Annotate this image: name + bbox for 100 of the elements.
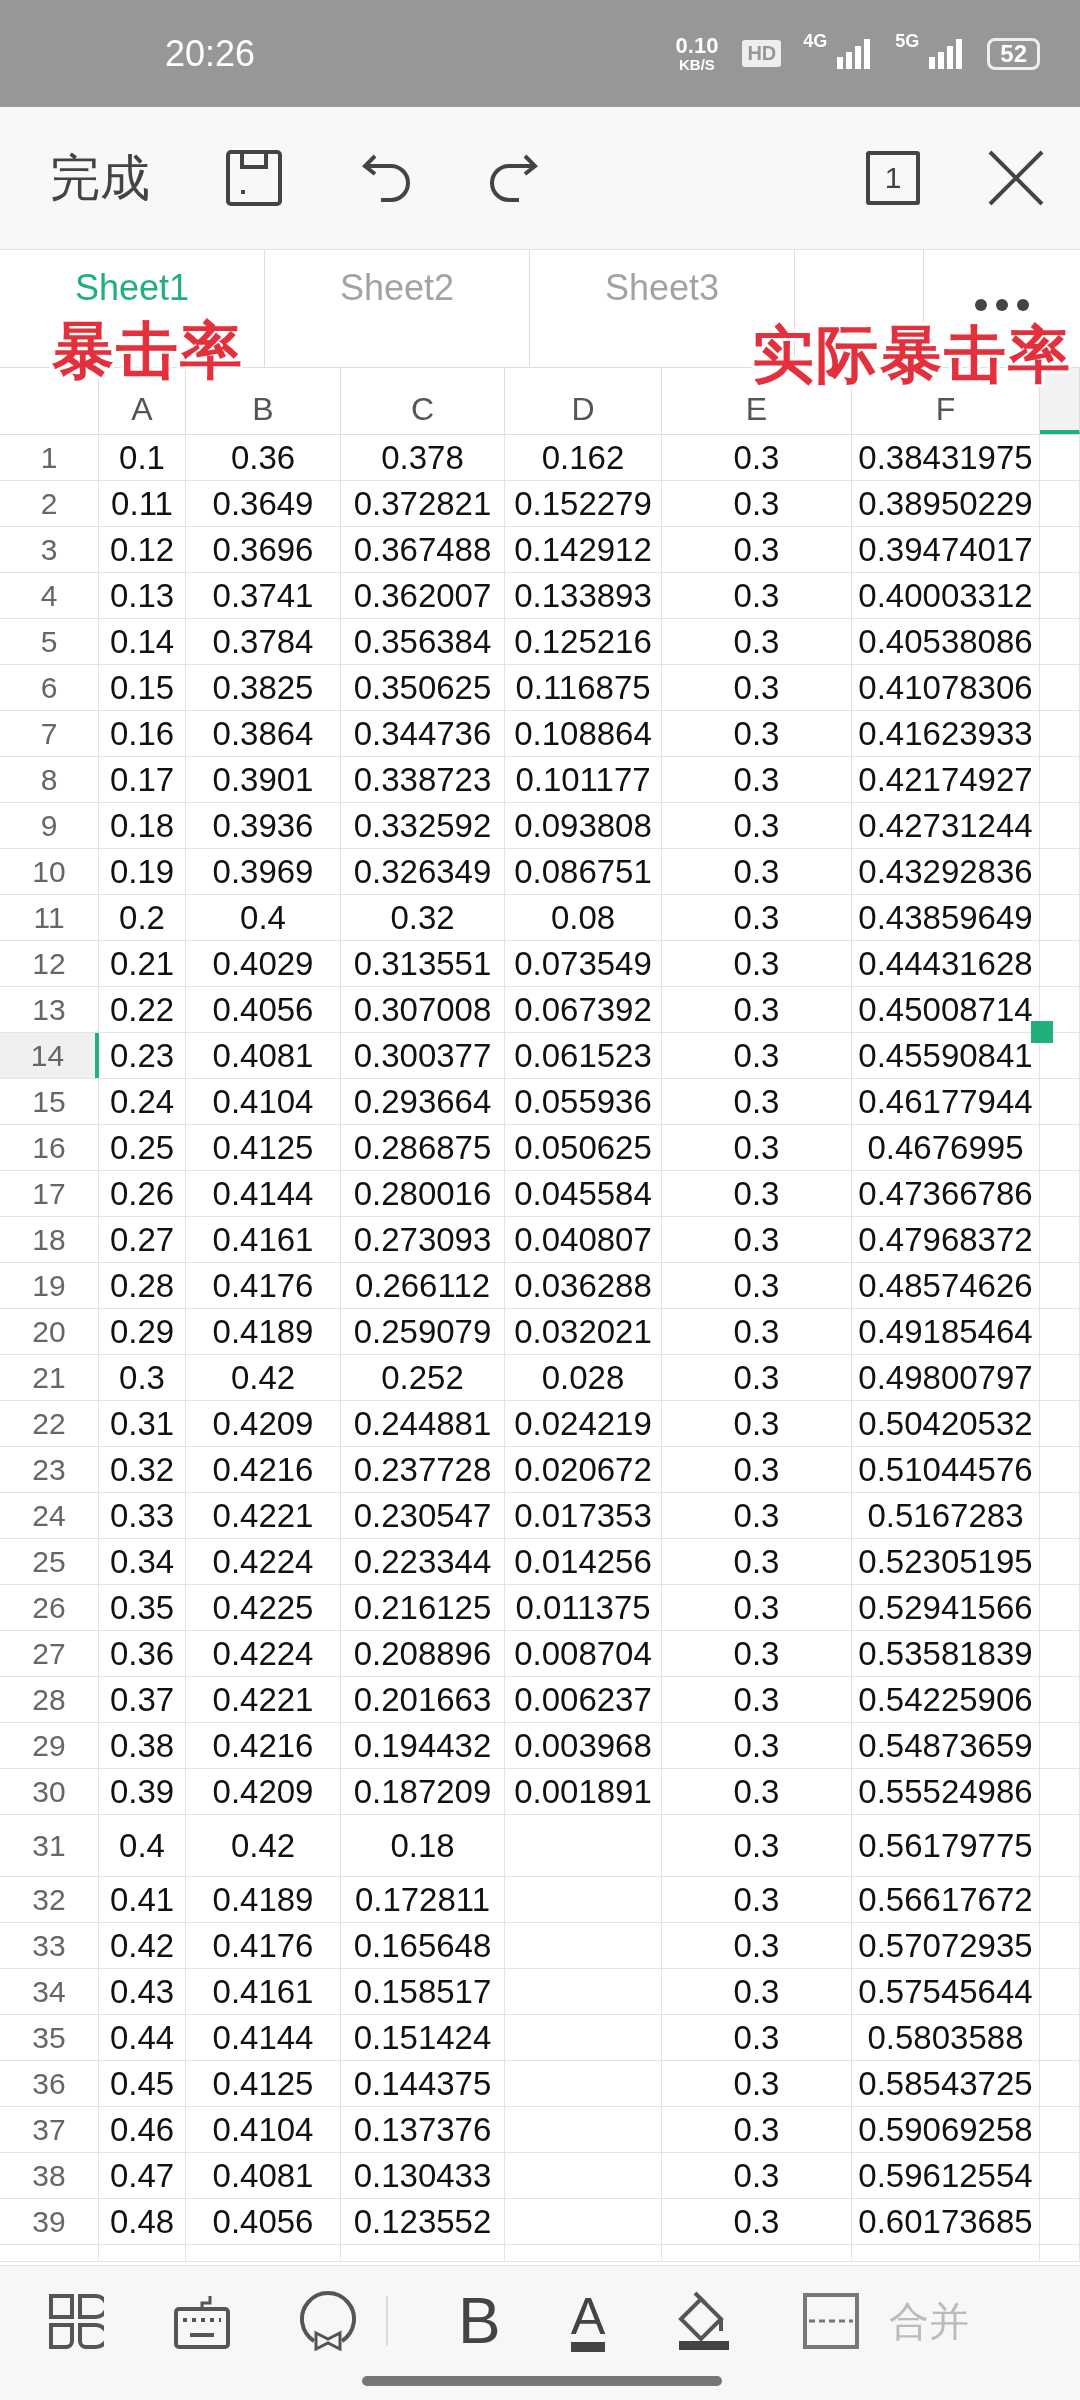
row-header[interactable]: 29: [0, 1723, 99, 1768]
row-header[interactable]: 33: [0, 1923, 99, 1968]
table-cell: 0.273093: [353, 1220, 492, 1259]
table-cell: 0.41623933: [858, 714, 1033, 753]
table-cell: 0.3: [733, 852, 780, 891]
column-header[interactable]: C: [341, 368, 505, 434]
bold-button[interactable]: B: [458, 2284, 501, 2358]
row-header[interactable]: 3: [0, 527, 99, 572]
table-cell: 0.093808: [514, 806, 652, 845]
sheet-count-button[interactable]: 1: [866, 151, 920, 205]
table-cell: 0.162: [541, 438, 625, 477]
table-cell: 0.3: [733, 1972, 780, 2011]
table-cell: 0.31: [109, 1404, 175, 1443]
selection-handle[interactable]: [1031, 1021, 1053, 1043]
row-header[interactable]: 6: [0, 665, 99, 710]
table-cell: 0.266112: [354, 1266, 491, 1305]
row-header[interactable]: 19: [0, 1263, 99, 1308]
done-button[interactable]: 完成: [50, 144, 150, 212]
table-cell: 0.3: [733, 1174, 780, 1213]
row-header[interactable]: 5: [0, 619, 99, 664]
table-cell: 0.020672: [514, 1450, 652, 1489]
signal-icon: [929, 38, 964, 69]
table-cell: 0.4125: [212, 2064, 314, 2103]
table-cell: 0.194432: [353, 1726, 492, 1765]
row-header[interactable]: 35: [0, 2015, 99, 2060]
table-cell: 0.5167283: [867, 1496, 1024, 1535]
table-cell: 0.43859649: [858, 898, 1033, 937]
row-header[interactable]: 9: [0, 803, 99, 848]
row-header[interactable]: 37: [0, 2107, 99, 2152]
row-header[interactable]: 27: [0, 1631, 99, 1676]
table-cell: 0.125216: [514, 622, 652, 661]
row-header[interactable]: 23: [0, 1447, 99, 1492]
row-header[interactable]: 20: [0, 1309, 99, 1354]
table-cell: 0.26: [109, 1174, 175, 1213]
redo-icon[interactable]: [489, 152, 539, 204]
table-cell: 0.39474017: [858, 530, 1033, 569]
table-cell: 0.5803588: [867, 2018, 1024, 2057]
row-header[interactable]: 13: [0, 987, 99, 1032]
speed-unit: KB/S: [679, 57, 715, 72]
row-header[interactable]: 30: [0, 1769, 99, 1814]
row-header[interactable]: 12: [0, 941, 99, 986]
table-cell: 0.44: [109, 2018, 175, 2057]
table-cell: 0.252: [381, 1358, 464, 1397]
table-cell: 0.3: [733, 1542, 780, 1581]
table-cell: 0.49185464: [858, 1312, 1033, 1351]
row-header[interactable]: 38: [0, 2153, 99, 2198]
row-header[interactable]: 14: [0, 1033, 99, 1078]
table-cell: 0.37: [109, 1680, 175, 1719]
table-cell: 0.086751: [514, 852, 652, 891]
table-cell: 0.38: [109, 1726, 175, 1765]
table-cell: 0.19: [109, 852, 175, 891]
row-header[interactable]: 18: [0, 1217, 99, 1262]
keyboard-icon[interactable]: [174, 2293, 230, 2349]
row-header[interactable]: 31: [0, 1815, 99, 1876]
row-header[interactable]: 25: [0, 1539, 99, 1584]
row-header[interactable]: 2: [0, 481, 99, 526]
table-cell: 0.17: [109, 760, 175, 799]
column-header[interactable]: D: [505, 368, 662, 434]
row-header[interactable]: 7: [0, 711, 99, 756]
row-header[interactable]: 34: [0, 1969, 99, 2014]
table-cell: 0.46: [109, 2110, 175, 2149]
row-header[interactable]: 26: [0, 1585, 99, 1630]
row-header[interactable]: 15: [0, 1079, 99, 1124]
row-header[interactable]: 8: [0, 757, 99, 802]
table-cell: 0.28: [109, 1266, 175, 1305]
table-cell: 0.372821: [353, 484, 492, 523]
row-header[interactable]: 10: [0, 849, 99, 894]
row-header[interactable]: 36: [0, 2061, 99, 2106]
undo-icon[interactable]: [361, 152, 411, 204]
row-header[interactable]: 22: [0, 1401, 99, 1446]
row-header[interactable]: 39: [0, 2199, 99, 2244]
table-cell: 0.34: [109, 1542, 175, 1581]
font-color-button[interactable]: A: [570, 2290, 606, 2352]
table-cell: 0.16: [109, 714, 175, 753]
table-cell: 0.350625: [353, 668, 492, 707]
table-cell: 0.036288: [514, 1266, 652, 1305]
row-header[interactable]: 28: [0, 1677, 99, 1722]
table-cell: 0.4209: [212, 1404, 314, 1443]
table-cell: 0.144375: [353, 2064, 492, 2103]
table-cell: 0.51044576: [858, 1450, 1033, 1489]
border-icon[interactable]: [803, 2293, 860, 2349]
table-cell: 0.006237: [514, 1680, 652, 1719]
apps-icon[interactable]: [48, 2293, 104, 2349]
row-header[interactable]: 32: [0, 1877, 99, 1922]
row-header[interactable]: 21: [0, 1355, 99, 1400]
row-header[interactable]: 17: [0, 1171, 99, 1216]
bowtie-icon[interactable]: [300, 2291, 356, 2351]
row-header[interactable]: 24: [0, 1493, 99, 1538]
row-header[interactable]: 1: [0, 435, 99, 480]
row-header[interactable]: 4: [0, 573, 99, 618]
table-cell: 0.3: [733, 1680, 780, 1719]
close-icon[interactable]: [988, 150, 1044, 206]
table-cell: 0.3969: [212, 852, 314, 891]
row-header[interactable]: 11: [0, 895, 99, 940]
table-cell: 0.367488: [353, 530, 492, 569]
save-icon[interactable]: [225, 149, 283, 207]
more-icon[interactable]: [974, 298, 1030, 312]
table-cell: 0.326349: [353, 852, 492, 891]
row-header[interactable]: 16: [0, 1125, 99, 1170]
table-cell: 0.237728: [353, 1450, 492, 1489]
